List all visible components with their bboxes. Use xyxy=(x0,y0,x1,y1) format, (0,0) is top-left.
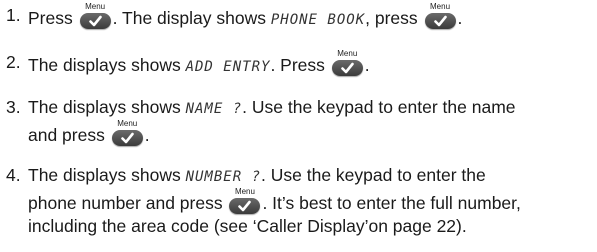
step-number: 4. xyxy=(6,165,21,185)
step-text: including the area code (see ‘Caller Dis… xyxy=(28,216,467,236)
step-3: 3. The displays shows NAME ?. Use the ke… xyxy=(6,96,594,147)
checkmark-icon xyxy=(433,15,447,27)
checkmark-icon xyxy=(238,200,252,212)
step-text: . xyxy=(457,8,463,28)
step-text: Press xyxy=(28,8,78,28)
step-text: . It’s best to enter the full number, xyxy=(262,193,521,213)
menu-button-label: Menu xyxy=(234,187,255,196)
steps-list: 1. Press Menu . The display shows PHONE B… xyxy=(6,2,594,238)
step-text: . Use the keypad to enter the xyxy=(261,165,486,185)
step-4: 4. The displays shows NUMBER ?. Use the … xyxy=(6,164,594,238)
step-text: . xyxy=(144,125,150,145)
step-number: 3. xyxy=(6,97,21,117)
step-text: . The display shows xyxy=(112,8,271,28)
instructions-page: 1. Press Menu . The display shows PHONE B… xyxy=(0,0,597,252)
menu-button-icon: Menu xyxy=(111,119,144,147)
menu-button-label: Menu xyxy=(85,2,106,11)
step-text: The displays shows xyxy=(28,165,186,185)
menu-button-icon: Menu xyxy=(331,49,364,77)
step-text: The displays shows xyxy=(28,97,186,117)
display-text: PHONE BOOK xyxy=(270,12,366,28)
menu-button-icon: Menu xyxy=(228,187,261,215)
menu-button-icon: Menu xyxy=(424,2,457,30)
menu-button-label: Menu xyxy=(337,49,358,58)
step-number: 1. xyxy=(6,5,21,25)
step-text: , press xyxy=(365,8,423,28)
display-text: NUMBER ? xyxy=(185,169,262,185)
menu-button-label: Menu xyxy=(117,119,138,128)
step-text: The displays shows xyxy=(28,55,186,75)
step-text: . Press xyxy=(270,55,330,75)
menu-button-icon: Menu xyxy=(79,2,112,30)
step-text: . xyxy=(364,55,370,75)
display-text: ADD ENTRY xyxy=(185,59,271,75)
step-text: and press xyxy=(28,125,110,145)
checkmark-icon xyxy=(88,15,102,27)
checkmark-icon xyxy=(120,132,134,144)
step-1: 1. Press Menu . The display shows PHONE B… xyxy=(6,2,594,32)
checkmark-icon xyxy=(340,62,354,74)
display-text: NAME ? xyxy=(185,101,243,117)
step-number: 2. xyxy=(6,52,21,72)
step-2: 2. The displays shows ADD ENTRY. Press M… xyxy=(6,49,594,79)
step-text: phone number and press xyxy=(28,193,228,213)
menu-button-label: Menu xyxy=(430,2,451,11)
step-text: . Use the keypad to enter the name xyxy=(242,97,516,117)
